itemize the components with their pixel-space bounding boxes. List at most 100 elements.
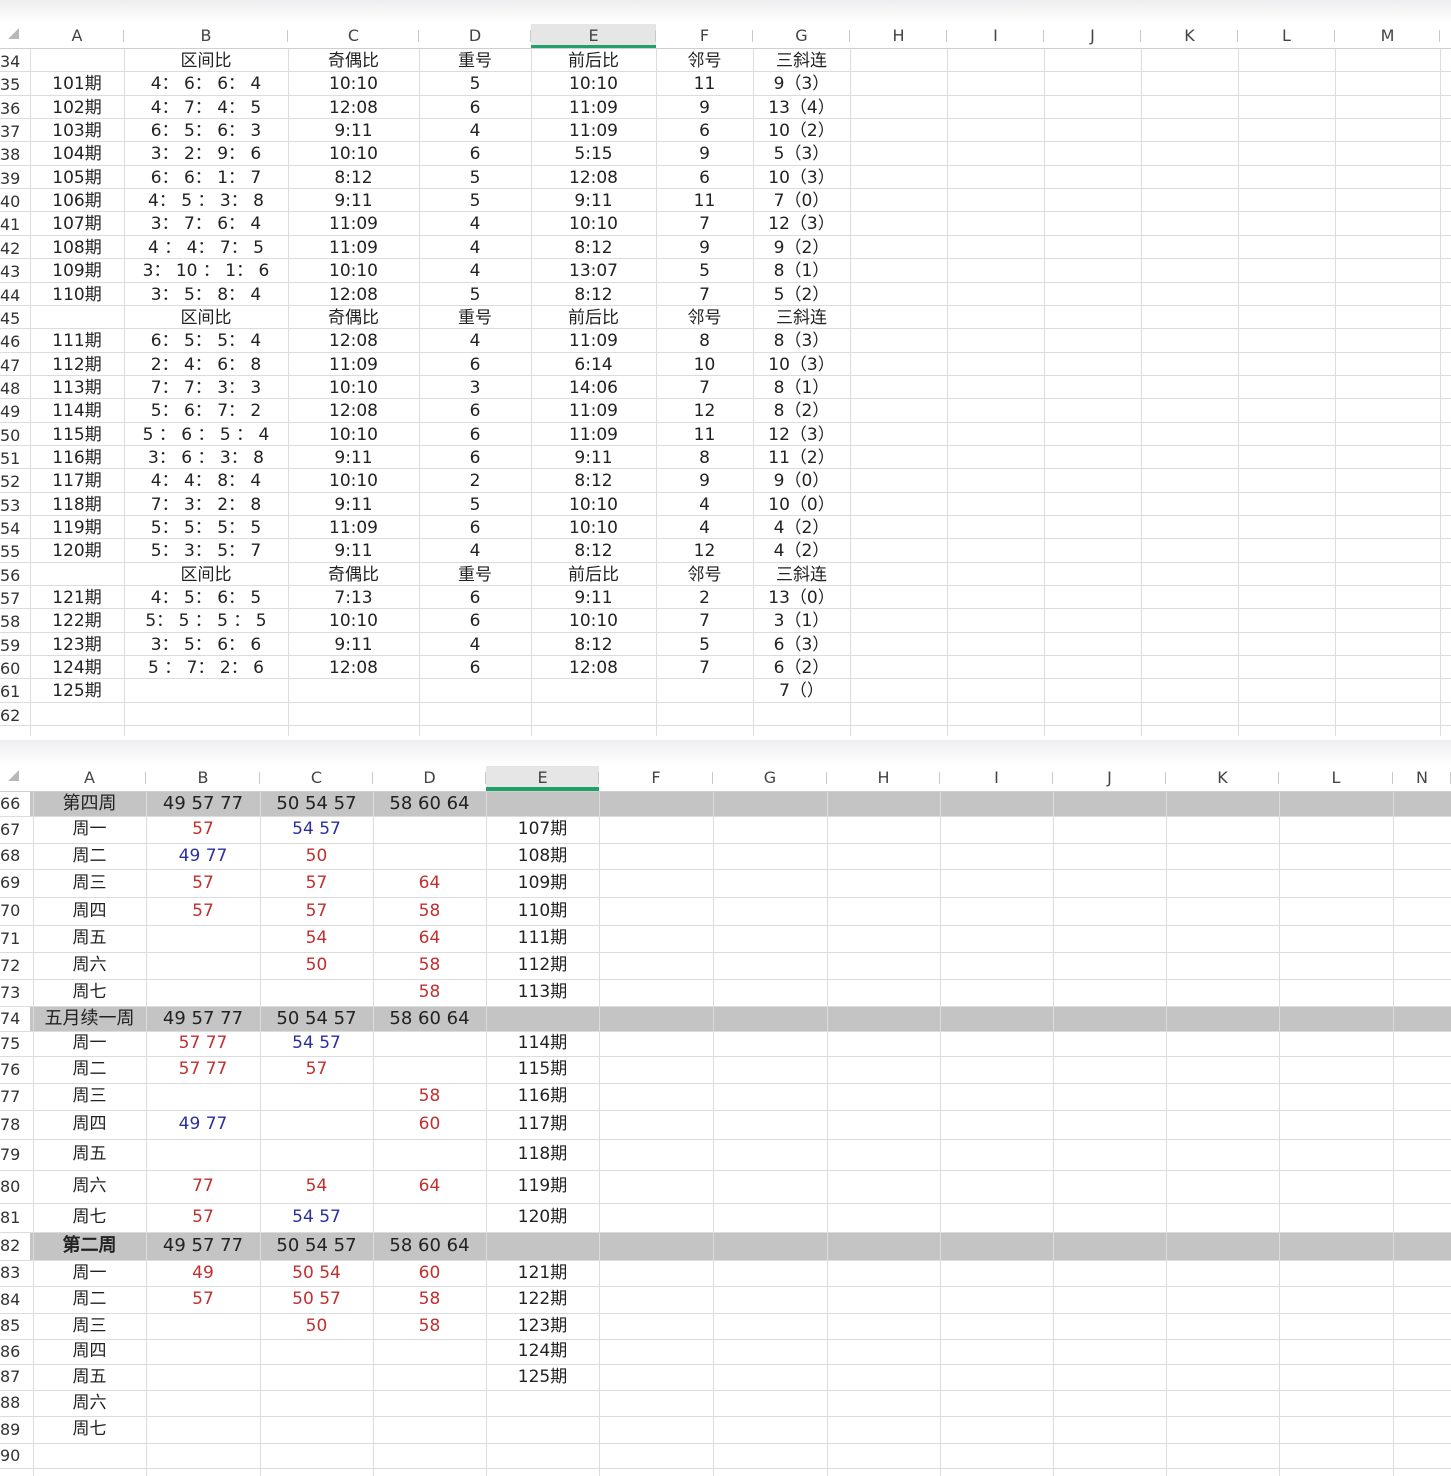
cell-c71[interactable]: 54 (260, 925, 373, 952)
cell-d43[interactable]: 4 (419, 260, 531, 283)
cell-b81[interactable]: 57 (146, 1203, 260, 1232)
cell-b59[interactable]: 3： 5： 6： 6 (124, 634, 288, 657)
cell-c39[interactable]: 8:12 (288, 167, 419, 190)
cell-b57[interactable]: 4： 5： 6： 5 (124, 587, 288, 610)
cell-d73[interactable]: 58 (373, 979, 486, 1006)
cell-d71[interactable]: 64 (373, 925, 486, 952)
cell-e72[interactable]: 112期 (486, 952, 599, 979)
cell-a58[interactable]: 122期 (30, 610, 124, 633)
cell-c37[interactable]: 9:11 (288, 120, 419, 143)
cell-c68[interactable]: 50 (260, 843, 373, 869)
cell-a60[interactable]: 124期 (30, 657, 124, 680)
column-header-m[interactable]: M (1335, 24, 1440, 46)
cell-a85[interactable]: 周三 (33, 1313, 146, 1339)
cell-a82[interactable]: 第二周 (33, 1232, 146, 1260)
cell-f38[interactable]: 9 (656, 143, 753, 166)
column-header-g[interactable]: G (753, 24, 850, 46)
cell-f42[interactable]: 9 (656, 237, 753, 260)
cell-b45[interactable]: 区间比 (124, 307, 288, 330)
cell-a40[interactable]: 106期 (30, 190, 124, 213)
cell-c81[interactable]: 54 57 (260, 1203, 373, 1232)
cell-e78[interactable]: 117期 (486, 1110, 599, 1139)
cell-g38[interactable]: 5（3） (753, 143, 850, 166)
cell-e39[interactable]: 12:08 (531, 167, 656, 190)
cell-e36[interactable]: 11:09 (531, 97, 656, 120)
cell-d47[interactable]: 6 (419, 354, 531, 377)
cell-a55[interactable]: 120期 (30, 540, 124, 563)
cell-d38[interactable]: 6 (419, 143, 531, 166)
row-number[interactable]: 71 (0, 925, 30, 952)
cell-b49[interactable]: 5： 6： 7： 2 (124, 400, 288, 423)
cell-d70[interactable]: 58 (373, 897, 486, 925)
column-header-e[interactable]: E (486, 766, 599, 791)
row-number[interactable]: 81 (0, 1203, 30, 1232)
cell-c36[interactable]: 12:08 (288, 97, 419, 120)
cell-c41[interactable]: 11:09 (288, 213, 419, 236)
cell-d50[interactable]: 6 (419, 424, 531, 447)
column-header-k[interactable]: K (1166, 766, 1279, 788)
cell-g44[interactable]: 5（2） (753, 284, 850, 307)
cell-a53[interactable]: 118期 (30, 494, 124, 517)
row-number[interactable]: 59 (0, 634, 30, 657)
cell-e67[interactable]: 107期 (486, 816, 599, 843)
cell-a42[interactable]: 108期 (30, 237, 124, 260)
cell-a48[interactable]: 113期 (30, 377, 124, 400)
row-number[interactable]: 86 (0, 1339, 30, 1364)
spreadsheet-bottom[interactable]: ABCDEFGHIJKLN 66 第四周 49 57 77 50 54 57 58 60… (0, 766, 1451, 1476)
cell-c54[interactable]: 11:09 (288, 517, 419, 540)
cell-e69[interactable]: 109期 (486, 869, 599, 897)
row-number[interactable]: 67 (0, 816, 30, 843)
row-number[interactable]: 38 (0, 143, 30, 166)
cell-f56[interactable]: 邻号 (656, 564, 753, 587)
cell-g54[interactable]: 4（2） (753, 517, 850, 540)
cell-g37[interactable]: 10（2） (753, 120, 850, 143)
cell-d34[interactable]: 重号 (419, 50, 531, 73)
cell-c75[interactable]: 54 57 (260, 1031, 373, 1056)
cell-c47[interactable]: 11:09 (288, 354, 419, 377)
cell-c40[interactable]: 9:11 (288, 190, 419, 213)
cell-a44[interactable]: 110期 (30, 284, 124, 307)
row-number[interactable]: 88 (0, 1390, 30, 1416)
cell-f49[interactable]: 12 (656, 400, 753, 423)
column-header-e[interactable]: E (531, 24, 656, 49)
cell-b52[interactable]: 4： 4： 8： 4 (124, 470, 288, 493)
cell-e42[interactable]: 8:12 (531, 237, 656, 260)
cell-g41[interactable]: 12（3） (753, 213, 850, 236)
cell-c42[interactable]: 11:09 (288, 237, 419, 260)
cell-g43[interactable]: 8（1） (753, 260, 850, 283)
cell-d56[interactable]: 重号 (419, 564, 531, 587)
cell-g40[interactable]: 7（0） (753, 190, 850, 213)
cell-b54[interactable]: 5： 5： 5： 5 (124, 517, 288, 540)
cell-d83[interactable]: 60 (373, 1260, 486, 1286)
cell-b82[interactable]: 49 57 77 (146, 1232, 260, 1260)
cell-g42[interactable]: 9（2） (753, 237, 850, 260)
cell-a89[interactable]: 周七 (33, 1416, 146, 1443)
cell-c35[interactable]: 10:10 (288, 73, 419, 96)
cell-e75[interactable]: 114期 (486, 1031, 599, 1056)
cell-a37[interactable]: 103期 (30, 120, 124, 143)
cell-a66[interactable]: 第四周 (33, 791, 146, 816)
cell-b74[interactable]: 49 57 77 (146, 1006, 260, 1031)
cell-g47[interactable]: 10（3） (753, 354, 850, 377)
cell-e83[interactable]: 121期 (486, 1260, 599, 1286)
row-number[interactable]: 52 (0, 470, 30, 493)
cell-b58[interactable]: 5： 5 ： 5 ： 5 (124, 610, 288, 633)
cell-b76[interactable]: 57 77 (146, 1056, 260, 1083)
cell-g51[interactable]: 11（2） (753, 447, 850, 470)
cell-d53[interactable]: 5 (419, 494, 531, 517)
row-number[interactable]: 62 (0, 704, 30, 727)
cell-c44[interactable]: 12:08 (288, 284, 419, 307)
cell-c45[interactable]: 奇偶比 (288, 307, 419, 330)
cell-g53[interactable]: 10（0） (753, 494, 850, 517)
row-number[interactable]: 40 (0, 190, 30, 213)
cell-d58[interactable]: 6 (419, 610, 531, 633)
cell-a78[interactable]: 周四 (33, 1110, 146, 1139)
column-header-l[interactable]: L (1279, 766, 1393, 788)
row-number[interactable]: 50 (0, 424, 30, 447)
row-number[interactable]: 70 (0, 897, 30, 925)
row-number[interactable]: 69 (0, 869, 30, 897)
row-number[interactable]: 79 (0, 1139, 30, 1170)
cell-f58[interactable]: 7 (656, 610, 753, 633)
cell-e51[interactable]: 9:11 (531, 447, 656, 470)
column-header-c[interactable]: C (288, 24, 419, 46)
